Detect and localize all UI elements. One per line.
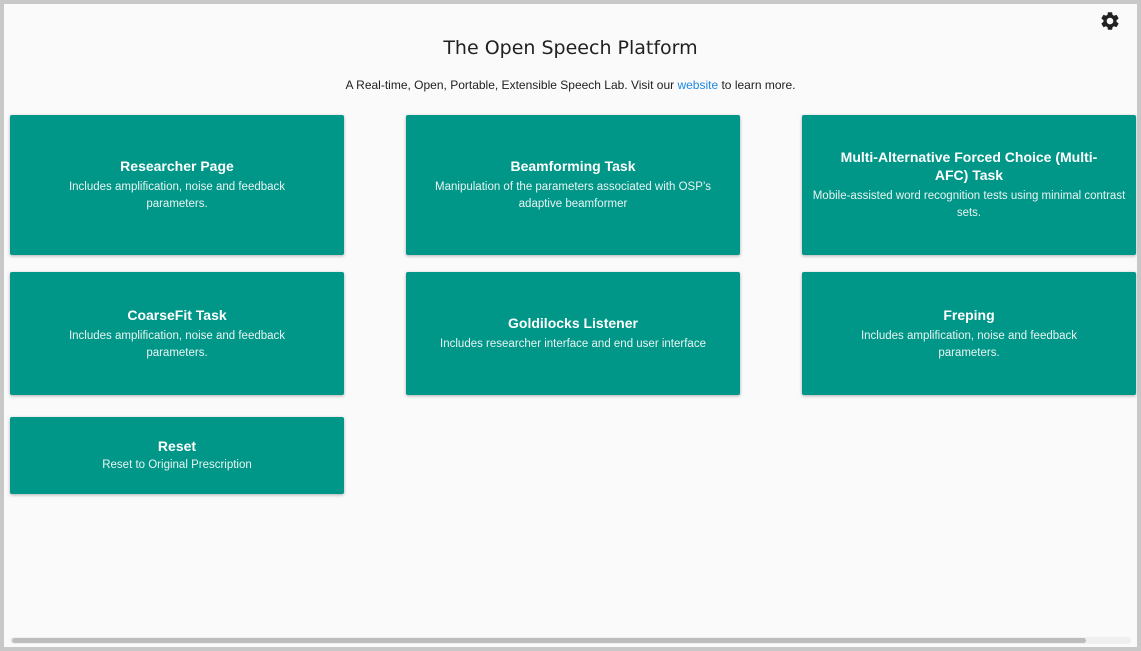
card-reset[interactable]: Reset Reset to Original Prescription <box>10 417 344 494</box>
card-goldilocks-listener[interactable]: Goldilocks Listener Includes researcher … <box>406 272 740 395</box>
app-window: The Open Speech Platform A Real-time, Op… <box>4 4 1137 647</box>
card-description: Mobile-assisted word recognition tests u… <box>812 190 1126 219</box>
card-description: Includes amplification, noise and feedba… <box>68 181 286 210</box>
card-title: Researcher Page <box>120 158 234 174</box>
gear-icon[interactable] <box>1099 10 1121 32</box>
page-title: The Open Speech Platform <box>443 37 698 59</box>
card-title: Goldilocks Listener <box>508 315 638 331</box>
card-title: Freping <box>943 306 995 323</box>
horizontal-scrollbar[interactable] <box>10 637 1131 644</box>
subtitle-prefix: A Real-time, Open, Portable, Extensible … <box>345 78 678 92</box>
card-title: Multi-Alternative Forced Choice (Multi-A… <box>840 149 1098 183</box>
card-description: Manipulation of the parameters associate… <box>435 181 711 210</box>
card-researcher-page[interactable]: Researcher Page Includes amplification, … <box>10 115 344 255</box>
card-multi-afc-task[interactable]: Multi-Alternative Forced Choice (Multi-A… <box>802 115 1136 255</box>
card-title: Reset <box>157 438 197 454</box>
page-subtitle: A Real-time, Open, Portable, Extensible … <box>4 78 1137 92</box>
scrollbar-thumb[interactable] <box>12 638 1086 643</box>
card-title: CoarseFit Task <box>127 306 227 323</box>
card-description: Includes researcher interface and end us… <box>440 338 706 350</box>
website-link[interactable]: website <box>677 78 718 92</box>
card-title: Beamforming Task <box>510 158 636 174</box>
card-beamforming-task[interactable]: Beamforming Task Manipulation of the par… <box>406 115 740 255</box>
card-description: Includes amplification, noise and feedba… <box>68 329 286 359</box>
card-description: Reset to Original Prescription <box>102 459 252 471</box>
card-description: Includes amplification, noise and feedba… <box>860 329 1078 359</box>
card-freping[interactable]: Freping Includes amplification, noise an… <box>802 272 1136 395</box>
card-coarsefit-task[interactable]: CoarseFit Task Includes amplification, n… <box>10 272 344 395</box>
subtitle-suffix: to learn more. <box>718 78 796 92</box>
